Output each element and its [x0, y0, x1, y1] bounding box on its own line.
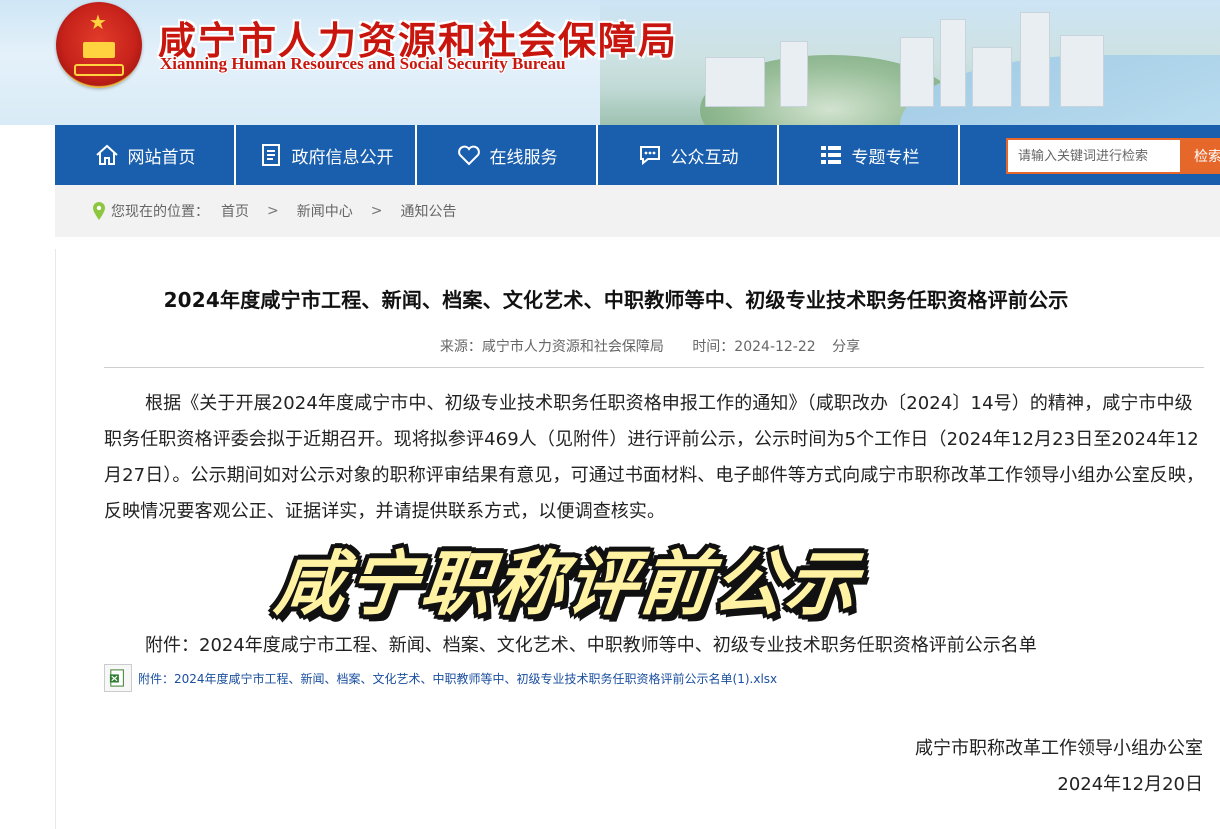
building-shape [1060, 35, 1104, 107]
nav-item-online-service[interactable]: 在线服务 [417, 125, 598, 185]
nav-item-label: 网站首页 [127, 147, 196, 168]
share-button[interactable]: 分享 [832, 339, 860, 355]
excel-file-icon [104, 664, 132, 692]
article-body: 根据《关于开展2024年度咸宁市中、初级专业技术职务任职资格申报工作的通知》（咸… [104, 393, 1205, 522]
article-meta: 来源：咸宁市人力资源和社会保障局 时间：2024-12-22 分享 [0, 336, 1220, 356]
list-icon [818, 142, 844, 168]
breadcrumb: 您现在的位置： 首页 > 新闻中心 > 通知公告 [93, 201, 456, 221]
attachment-text: 附件：2024年度咸宁市工程、新闻、档案、文化艺术、中职教师等中、初级专业技术职… [145, 635, 1037, 656]
breadcrumb-separator: > [267, 203, 279, 219]
signature-office: 咸宁市职称改革工作领导小组办公室 [915, 738, 1203, 759]
overlay-caption: 咸宁职称评前公示 [271, 543, 864, 625]
nav-item-public-interaction[interactable]: 公众互动 [598, 125, 779, 185]
national-emblem-icon[interactable]: ★ [56, 2, 142, 88]
article-time: 时间：2024-12-22 [692, 339, 816, 355]
search-input[interactable] [1006, 138, 1182, 174]
home-icon [94, 142, 120, 168]
attachment-link-label[interactable]: 附件：2024年度咸宁市工程、新闻、档案、文化艺术、中职教师等中、初级专业技术职… [138, 670, 777, 687]
building-shape [780, 41, 808, 107]
breadcrumb-separator: > [370, 203, 383, 219]
nav-item-label: 在线服务 [489, 147, 558, 168]
chat-icon [637, 142, 663, 168]
breadcrumb-item-notices[interactable]: 通知公告 [400, 201, 456, 221]
location-pin-icon [93, 202, 105, 220]
building-shape [940, 19, 966, 107]
nav-item-label: 政府信息公开 [291, 147, 394, 168]
building-shape [1020, 12, 1050, 107]
signature-date: 2024年12月20日 [1057, 774, 1203, 795]
nav-item-label: 公众互动 [670, 147, 739, 168]
search-button[interactable]: 检索 [1182, 138, 1220, 174]
article-title: 2024年度咸宁市工程、新闻、档案、文化艺术、中职教师等中、初级专业技术职务任职… [163, 288, 1069, 312]
header-banner: ★ 咸宁市人力资源和社会保障局 Xianning Human Resources… [0, 0, 1220, 125]
heart-icon [456, 142, 482, 168]
document-icon [258, 142, 284, 168]
breadcrumb-item-news-center[interactable]: 新闻中心 [297, 201, 353, 221]
nav-item-gov-info[interactable]: 政府信息公开 [236, 125, 417, 185]
breadcrumb-bar: 您现在的位置： 首页 > 新闻中心 > 通知公告 [55, 185, 1220, 237]
nav-item-special-topics[interactable]: 专题专栏 [779, 125, 960, 185]
attachment-link[interactable]: 附件：2024年度咸宁市工程、新闻、档案、文化艺术、中职教师等中、初级专业技术职… [104, 664, 777, 692]
nav-item-home[interactable]: 网站首页 [55, 125, 236, 185]
nav-item-label: 专题专栏 [851, 147, 920, 168]
site-subtitle: Xianning Human Resources and Social Secu… [160, 54, 566, 73]
building-shape [705, 57, 765, 107]
meta-divider [104, 367, 1204, 368]
article-source: 来源：咸宁市人力资源和社会保障局 [439, 339, 664, 355]
building-shape [972, 47, 1012, 107]
breadcrumb-prefix: 您现在的位置： [111, 204, 209, 220]
breadcrumb-item-home[interactable]: 首页 [221, 201, 249, 221]
building-shape [900, 37, 934, 107]
